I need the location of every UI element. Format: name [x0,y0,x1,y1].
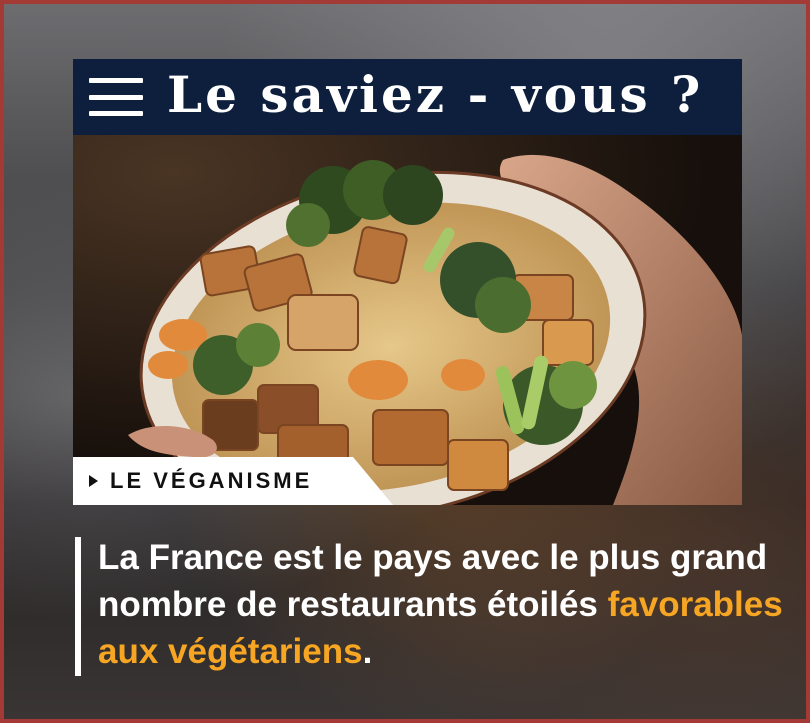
hamburger-menu-icon[interactable] [89,78,143,116]
header-bar: Le saviez - vous ? [73,59,742,135]
play-triangle-icon [89,475,98,487]
infographic-card: Le saviez - vous ? LE VÉGANISME La Franc… [0,0,810,723]
vegan-bowl-photo [73,135,742,505]
topic-tag-label: LE VÉGANISME [110,468,313,493]
quote-bar [75,537,81,676]
vegan-bowl-illustration [73,135,742,505]
fact-text: La France est le pays avec le plus grand… [98,534,798,675]
topic-tag[interactable]: LE VÉGANISME [73,457,393,505]
header-title: Le saviez - vous ? [167,65,704,124]
fact-text-end: . [362,632,373,671]
